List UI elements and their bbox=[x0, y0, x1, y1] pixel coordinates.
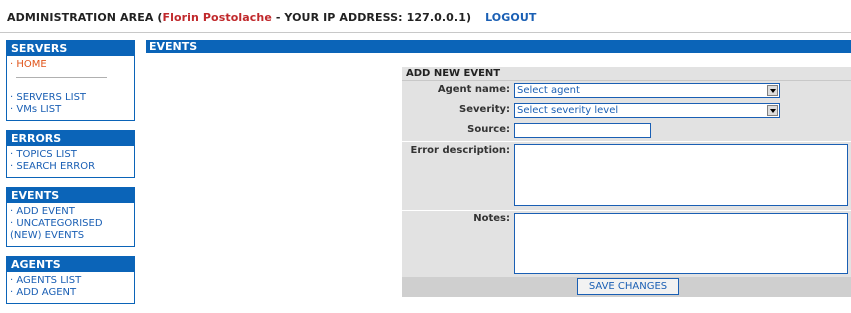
add-event-form: ADD NEW EVENT Agent name: Select agent S… bbox=[402, 67, 851, 297]
chevron-down-icon[interactable] bbox=[767, 85, 778, 96]
sidebar-item-add-agent[interactable]: · ADD AGENT bbox=[10, 287, 131, 299]
main-content: EVENTS bbox=[146, 40, 851, 53]
sidebar-item-agents-list[interactable]: · AGENTS LIST bbox=[10, 275, 131, 287]
servers-title: SERVERS bbox=[7, 41, 134, 56]
agent-select[interactable]: Select agent bbox=[514, 83, 780, 98]
events-box: EVENTS · ADD EVENT · UNCATEGORISED (NEW) … bbox=[6, 187, 135, 247]
severity-select[interactable]: Select severity level bbox=[514, 103, 780, 118]
divider bbox=[402, 141, 851, 142]
errors-box: ERRORS · TOPICS LIST · SEARCH ERROR bbox=[6, 130, 135, 178]
sidebar-item-add-event[interactable]: · ADD EVENT bbox=[10, 206, 131, 218]
form-footer: SAVE CHANGES bbox=[402, 277, 851, 297]
chevron-down-icon[interactable] bbox=[767, 105, 778, 116]
sidebar-item-search-error[interactable]: · SEARCH ERROR bbox=[10, 161, 131, 173]
error-description-textarea[interactable] bbox=[514, 144, 848, 206]
sidebar-item-vms-list[interactable]: · VMs LIST bbox=[10, 104, 131, 116]
servers-box: SERVERS · HOME · SERVERS LIST · VMs LIST bbox=[6, 40, 135, 121]
notes-textarea[interactable] bbox=[514, 213, 848, 274]
header-text: ADMINISTRATION AREA (Florin Postolache -… bbox=[7, 11, 536, 24]
page-title: EVENTS bbox=[146, 40, 851, 53]
source-input[interactable] bbox=[514, 123, 651, 138]
logout-link[interactable]: LOGOUT bbox=[485, 11, 536, 24]
source-label: Source: bbox=[467, 124, 510, 135]
sidebar-item-home[interactable]: · HOME bbox=[10, 59, 131, 71]
sidebar: SERVERS · HOME · SERVERS LIST · VMs LIST… bbox=[6, 40, 135, 313]
severity-label: Severity: bbox=[459, 104, 510, 115]
notes-label: Notes: bbox=[473, 213, 510, 224]
error-description-label: Error description: bbox=[410, 145, 510, 156]
sidebar-item-topics-list[interactable]: · TOPICS LIST bbox=[10, 149, 131, 161]
header-prefix: ADMINISTRATION AREA ( bbox=[7, 11, 163, 24]
sidebar-item-servers-list[interactable]: · SERVERS LIST bbox=[10, 92, 131, 104]
errors-title: ERRORS bbox=[7, 131, 134, 146]
divider bbox=[402, 210, 851, 211]
agents-title: AGENTS bbox=[7, 257, 134, 272]
events-title: EVENTS bbox=[7, 188, 134, 203]
user-name: Florin Postolache bbox=[162, 11, 272, 24]
save-changes-button[interactable]: SAVE CHANGES bbox=[577, 278, 679, 295]
agents-box: AGENTS · AGENTS LIST · ADD AGENT bbox=[6, 256, 135, 304]
agent-name-label: Agent name: bbox=[437, 84, 510, 95]
form-heading: ADD NEW EVENT bbox=[402, 67, 851, 81]
divider bbox=[16, 77, 107, 78]
ip-address: - YOUR IP ADDRESS: 127.0.0.1) bbox=[271, 11, 472, 24]
top-header: ADMINISTRATION AREA (Florin Postolache -… bbox=[0, 0, 851, 33]
sidebar-item-uncategorised-events[interactable]: · UNCATEGORISED (NEW) EVENTS bbox=[10, 218, 131, 242]
